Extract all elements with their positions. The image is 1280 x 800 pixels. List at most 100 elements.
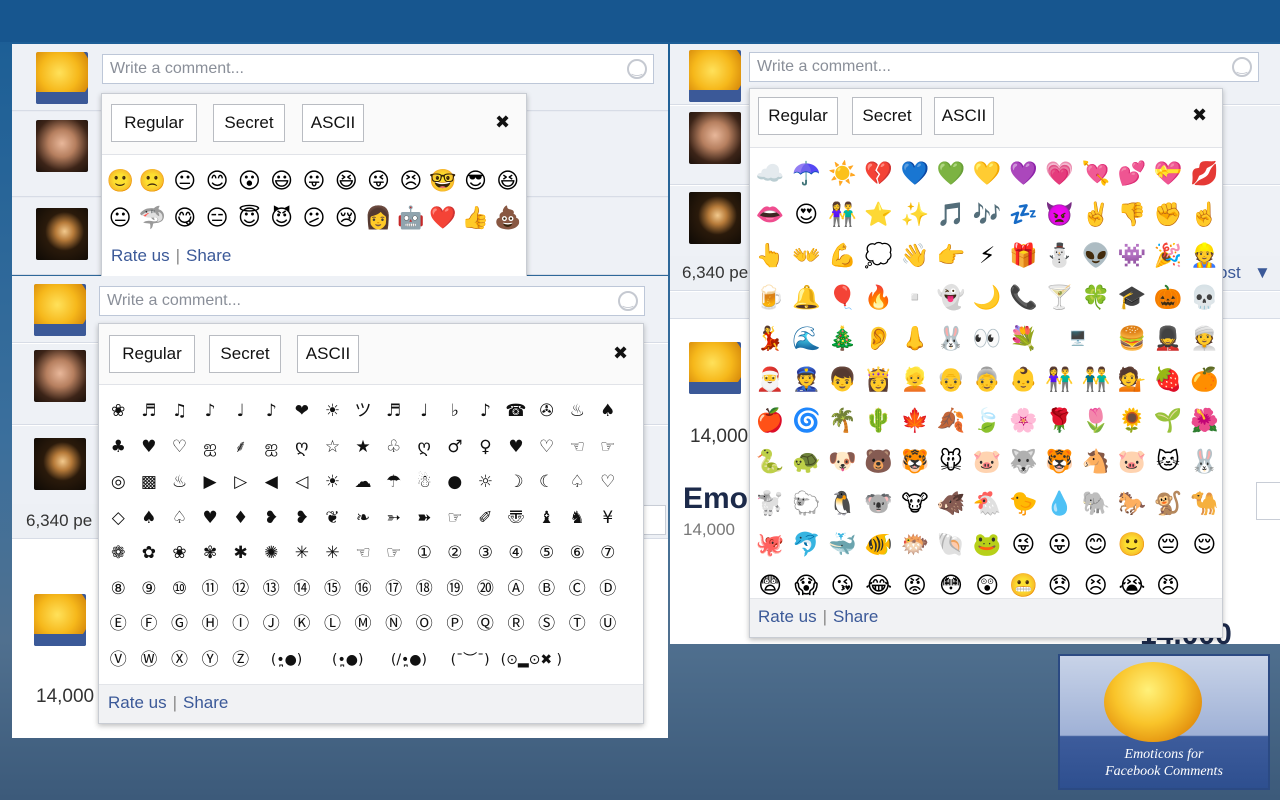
post-dropdown-caret[interactable]: ▼ [1254, 263, 1271, 283]
emoticon-item[interactable]: ♀ [470, 430, 501, 466]
emoticon-item[interactable]: 🐔 [969, 483, 1005, 524]
emoticon-item[interactable]: 🔥 [861, 277, 897, 318]
emoticon-item[interactable]: ◀ [256, 465, 287, 501]
emoticon-item[interactable]: ▶ [195, 465, 226, 501]
emoticon-item[interactable]: 🐷 [1114, 441, 1150, 482]
emoticon-item[interactable]: 👫 [1042, 359, 1078, 400]
emoticon-item[interactable]: ❥ [256, 501, 287, 537]
emoticon-item[interactable]: ⚡ [969, 235, 1005, 276]
emoticon-item[interactable]: 💔 [861, 153, 897, 194]
emoticon-item[interactable]: 🍓 [1150, 359, 1186, 400]
emoticon-item[interactable]: (¯︶¯) [440, 643, 501, 679]
emoticon-item[interactable]: 💀 [1186, 277, 1222, 318]
emoticon-item[interactable]: ⭐ [861, 194, 897, 235]
emoticon-item[interactable]: 🐯 [897, 441, 933, 482]
emoticon-item[interactable]: ⑤ [531, 536, 562, 572]
share-link[interactable]: Share [183, 693, 228, 712]
emoticon-item[interactable]: 👮 [788, 359, 824, 400]
like-button-stub[interactable] [1256, 482, 1280, 520]
emoticon-item[interactable]: ✳ [287, 536, 318, 572]
emoticon-item[interactable]: 👉 [933, 235, 969, 276]
emoticon-item[interactable]: 🐸 [969, 524, 1005, 565]
emoticon-item[interactable]: 🌺 [1186, 400, 1222, 441]
emoticon-item[interactable]: ☁ [348, 465, 379, 501]
emoticon-item[interactable]: ▫️ [897, 277, 933, 318]
emoticon-item[interactable]: 🐎 [1114, 483, 1150, 524]
emoticon-item[interactable]: 👵 [969, 359, 1005, 400]
emoticon-item[interactable]: ☃ [409, 465, 440, 501]
emoticon-item[interactable]: 💚 [933, 153, 969, 194]
emoticon-item[interactable]: ♪ [256, 394, 287, 430]
emoticon-item[interactable]: ღ [409, 430, 440, 466]
emoticon-item[interactable]: 👄 [752, 194, 788, 235]
emoticon-item[interactable]: 🐰 [933, 318, 969, 359]
emoticon-item[interactable]: ✳ [317, 536, 348, 572]
emoticon-item[interactable]: ✨ [897, 194, 933, 235]
emoticon-item[interactable]: 🐙 [752, 524, 788, 565]
emoticon-item[interactable]: 🐢 [788, 441, 824, 482]
emoticon-item[interactable]: Ⓡ [501, 607, 532, 643]
emoticon-item[interactable]: Ⓟ [440, 607, 471, 643]
emoticon-item[interactable]: Ⓖ [164, 607, 195, 643]
emoticon-item[interactable]: ♡ [593, 465, 624, 501]
emoticon-item[interactable]: ✿ [134, 536, 165, 572]
emoticon-item[interactable]: 🐪 [1186, 483, 1222, 524]
emoticon-item[interactable]: 😕 [298, 199, 330, 236]
emoticon-item[interactable]: 👫 [824, 194, 860, 235]
emoticon-item[interactable]: ⑮ [317, 572, 348, 608]
emoticon-item[interactable]: 🐻 [861, 441, 897, 482]
emoticon-item[interactable]: ⑫ [225, 572, 256, 608]
emoticon-item[interactable]: ★ [348, 430, 379, 466]
emoticon-item[interactable]: 🔔 [788, 277, 824, 318]
emoticon-item[interactable]: 🐡 [897, 524, 933, 565]
emoticon-item[interactable]: 🙁 [136, 162, 168, 199]
emoticon-item[interactable]: Ⓥ [103, 643, 134, 679]
emoticon-item[interactable]: 🐚 [933, 524, 969, 565]
emoticon-item[interactable]: 🌵 [861, 400, 897, 441]
emoticon-item[interactable]: 🎁 [1005, 235, 1041, 276]
emoticon-item[interactable]: 🎶 [969, 194, 1005, 235]
emoticon-toggle-icon[interactable]: ‿ [618, 291, 638, 311]
emoticon-item[interactable]: ♡ [531, 430, 562, 466]
comment-input[interactable]: Write a comment... ‿ [102, 54, 654, 84]
emoticon-item[interactable]: 😣 [395, 162, 427, 199]
emoticon-item[interactable]: ☾ [531, 465, 562, 501]
emoticon-item[interactable]: 🐮 [897, 483, 933, 524]
emoticon-item[interactable]: ⸙ [225, 430, 256, 466]
emoticon-item[interactable]: ♤ [164, 501, 195, 537]
emoticon-item[interactable]: 🐯 [1042, 441, 1078, 482]
emoticon-item[interactable]: 💪 [824, 235, 860, 276]
emoticon-item[interactable]: ☂️ [788, 153, 824, 194]
emoticon-item[interactable]: ღ [287, 430, 318, 466]
emoticon-item[interactable]: ▩ [134, 465, 165, 501]
emoticon-item[interactable]: Ⓢ [531, 607, 562, 643]
emoticon-item[interactable]: ⑳ [470, 572, 501, 608]
emoticon-item[interactable]: Ⓘ [225, 607, 256, 643]
emoticon-item[interactable]: Ⓕ [134, 607, 165, 643]
emoticon-item[interactable]: 🍔 [1114, 318, 1150, 359]
emoticon-item[interactable]: 👿 [1042, 194, 1078, 235]
emoticon-item[interactable]: ❧ [348, 501, 379, 537]
emoticon-item[interactable]: 🐶 [824, 441, 860, 482]
emoticon-item[interactable]: 💙 [897, 153, 933, 194]
emoticon-item[interactable]: 😊 [1078, 524, 1114, 565]
emoticon-toggle-icon[interactable]: ‿ [627, 59, 647, 79]
rate-us-link[interactable]: Rate us [111, 246, 170, 265]
emoticon-item[interactable]: 🤓 [427, 162, 459, 199]
emoticon-item[interactable]: ✇ [531, 394, 562, 430]
tab-ascii[interactable]: ASCII [297, 335, 359, 373]
tab-secret[interactable]: Secret [852, 97, 922, 135]
emoticon-item[interactable]: Ⓦ [134, 643, 165, 679]
emoticon-item[interactable]: Ⓐ [501, 572, 532, 608]
emoticon-item[interactable]: ♪ [470, 394, 501, 430]
emoticon-item[interactable]: 🍂 [933, 400, 969, 441]
emoticon-item[interactable]: 😛 [298, 162, 330, 199]
emoticon-item[interactable]: Ⓩ [225, 643, 256, 679]
emoticon-item[interactable]: 🎓 [1114, 277, 1150, 318]
emoticon-item[interactable]: 😍 [788, 194, 824, 235]
emoticon-item[interactable]: ♩ [225, 394, 256, 430]
share-link[interactable]: Share [833, 607, 878, 626]
emoticon-item[interactable]: ♝ [531, 501, 562, 537]
emoticon-item[interactable]: 🐰 [1186, 441, 1222, 482]
emoticon-item[interactable]: 👂 [861, 318, 897, 359]
